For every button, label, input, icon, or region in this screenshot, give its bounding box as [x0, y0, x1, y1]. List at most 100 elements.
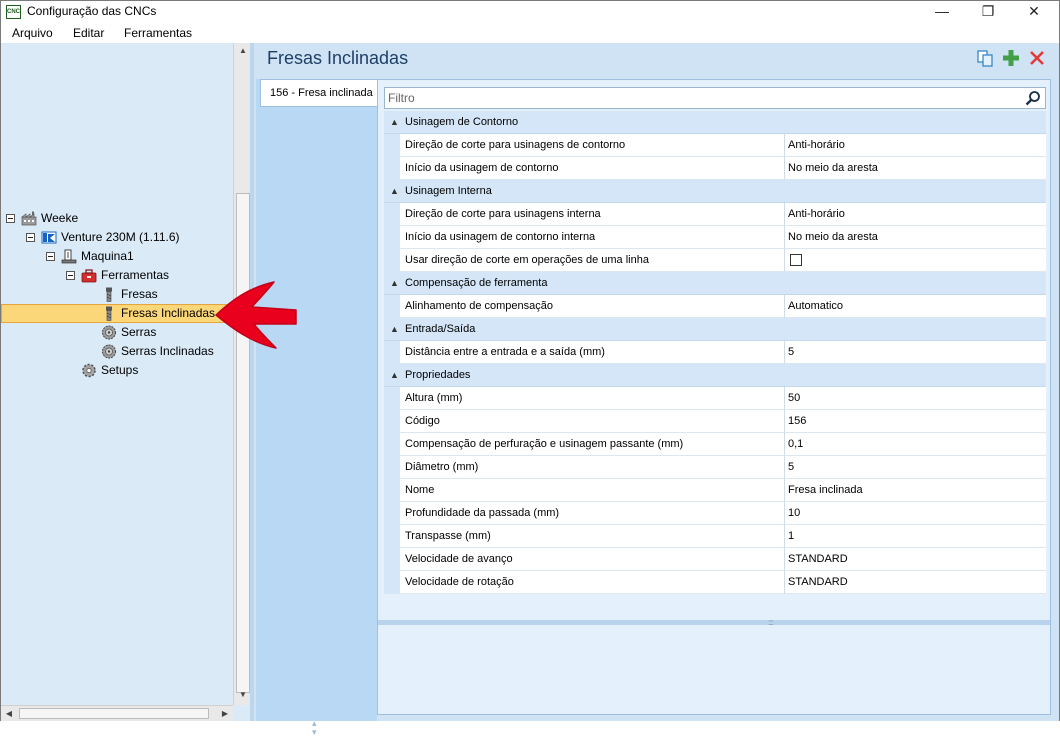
- tree-panel: Weeke Venture 230M (1.11.6) Maquina1 Fer…: [0, 43, 252, 721]
- tree-horizontal-scrollbar[interactable]: ◀ ▶: [1, 705, 233, 721]
- property-value[interactable]: STANDARD: [785, 548, 1046, 571]
- scroll-thumb[interactable]: [19, 708, 209, 719]
- property-row[interactable]: Direção de corte para usinagens interna …: [384, 203, 1046, 226]
- tree-node-weeke[interactable]: Weeke: [1, 209, 233, 228]
- property-row[interactable]: Velocidade de avanço STANDARD: [384, 548, 1046, 571]
- property-row[interactable]: Alinhamento de compensação Automatico: [384, 295, 1046, 318]
- property-name: Nome: [400, 479, 785, 502]
- property-value[interactable]: Fresa inclinada: [785, 479, 1046, 502]
- property-editor: ▲ Usinagem de Contorno Direção de corte …: [377, 79, 1051, 715]
- property-name: Distância entre a entrada e a saída (mm): [400, 341, 785, 364]
- factory-icon: [21, 211, 37, 226]
- menu-arquivo[interactable]: Arquivo: [12, 26, 53, 40]
- tree-node-serras[interactable]: Serras: [1, 323, 233, 342]
- property-value[interactable]: STANDARD: [785, 571, 1046, 594]
- minimize-button[interactable]: —: [919, 1, 965, 22]
- tab-156-fresa-inclinada[interactable]: 156 - Fresa inclinada: [260, 79, 379, 107]
- copy-icon[interactable]: [976, 49, 994, 67]
- collapse-caret-icon[interactable]: ▲: [390, 111, 399, 133]
- tree-node-label: Setups: [101, 363, 139, 377]
- tree-node-ferramentas[interactable]: Ferramentas: [1, 266, 233, 285]
- property-row[interactable]: Compensação de perfuração e usinagem pas…: [384, 433, 1046, 456]
- maximize-button[interactable]: ❐: [965, 1, 1011, 22]
- scroll-left-arrow[interactable]: ◀: [1, 706, 17, 722]
- property-row[interactable]: Transpasse (mm) 1: [384, 525, 1046, 548]
- menu-bar: Arquivo Editar Ferramentas: [0, 22, 1060, 43]
- menu-editar[interactable]: Editar: [73, 26, 104, 40]
- scroll-right-arrow[interactable]: ▶: [217, 706, 233, 722]
- window-title: Configuração das CNCs: [27, 4, 157, 18]
- property-value[interactable]: No meio da aresta: [785, 226, 1046, 249]
- property-value[interactable]: 5: [785, 341, 1046, 364]
- add-icon[interactable]: [1002, 49, 1020, 67]
- collapse-caret-icon[interactable]: ▲: [390, 180, 399, 202]
- category-entrada-saida[interactable]: ▲ Entrada/Saída: [384, 318, 1046, 341]
- property-value[interactable]: No meio da aresta: [785, 157, 1046, 180]
- collapse-toggle[interactable]: [46, 252, 55, 261]
- app-icon: CNC: [6, 5, 21, 19]
- property-value[interactable]: Anti-horário: [785, 134, 1046, 157]
- router-bit-icon: [106, 306, 112, 321]
- property-row[interactable]: Início da usinagem de contorno interna N…: [384, 226, 1046, 249]
- tree-node-fresas-inclinadas[interactable]: Fresas Inclinadas: [1, 304, 233, 323]
- tree-node-label: Serras Inclinadas: [121, 344, 214, 358]
- property-value[interactable]: Automatico: [785, 295, 1046, 318]
- property-grid: ▲ Usinagem de Contorno Direção de corte …: [384, 111, 1046, 594]
- delete-icon[interactable]: [1028, 49, 1046, 67]
- category-label: Propriedades: [405, 369, 471, 381]
- tree-node-label: Serras: [121, 325, 157, 339]
- collapse-toggle[interactable]: [66, 271, 75, 280]
- property-row[interactable]: Velocidade de rotação STANDARD: [384, 571, 1046, 594]
- close-button[interactable]: ✕: [1011, 1, 1057, 22]
- property-row[interactable]: Código 156: [384, 410, 1046, 433]
- property-name: Compensação de perfuração e usinagem pas…: [400, 433, 785, 456]
- toolbox-icon: [81, 269, 97, 283]
- scroll-thumb[interactable]: [236, 193, 250, 693]
- property-value[interactable]: 50: [785, 387, 1046, 410]
- property-row[interactable]: Direção de corte para usinagens de conto…: [384, 134, 1046, 157]
- search-icon[interactable]: [1025, 90, 1041, 106]
- category-usinagem-interna[interactable]: ▲ Usinagem Interna: [384, 180, 1046, 203]
- tree-node-serras-inclinadas[interactable]: Serras Inclinadas: [1, 342, 233, 361]
- description-area: [378, 625, 1050, 714]
- filter-input[interactable]: [385, 88, 1015, 108]
- property-row[interactable]: Nome Fresa inclinada: [384, 479, 1046, 502]
- collapse-toggle[interactable]: [6, 214, 15, 223]
- single-line-direction-checkbox[interactable]: [790, 254, 802, 266]
- gear-icon: [82, 363, 96, 378]
- collapse-toggle[interactable]: [26, 233, 35, 242]
- property-value[interactable]: 1: [785, 525, 1046, 548]
- property-value[interactable]: 156: [785, 410, 1046, 433]
- category-usinagem-de-contorno[interactable]: ▲ Usinagem de Contorno: [384, 111, 1046, 134]
- property-name: Transpasse (mm): [400, 525, 785, 548]
- tree-vertical-scrollbar[interactable]: ▲ ▼: [233, 43, 251, 705]
- category-compensacao-de-ferramenta[interactable]: ▲ Compensação de ferramenta: [384, 272, 1046, 295]
- saw-blade-icon: [102, 325, 116, 340]
- category-propriedades[interactable]: ▲ Propriedades: [384, 364, 1046, 387]
- router-bit-icon: [106, 287, 112, 302]
- menu-ferramentas[interactable]: Ferramentas: [124, 26, 192, 40]
- tree-node-label: Fresas Inclinadas: [121, 306, 216, 320]
- property-name: Velocidade de rotação: [400, 571, 785, 594]
- tab-scroll-arrows[interactable]: ▴ ▾: [312, 719, 317, 737]
- property-value[interactable]: Anti-horário: [785, 203, 1046, 226]
- property-value[interactable]: 0,1: [785, 433, 1046, 456]
- collapse-caret-icon[interactable]: ▲: [390, 364, 399, 386]
- property-row[interactable]: Diâmetro (mm) 5: [384, 456, 1046, 479]
- red-arrow-annotation: [215, 281, 297, 349]
- property-row[interactable]: Profundidade da passada (mm) 10: [384, 502, 1046, 525]
- property-value[interactable]: 10: [785, 502, 1046, 525]
- tree-node-setups[interactable]: Setups: [1, 361, 233, 380]
- collapse-caret-icon[interactable]: ▲: [390, 318, 399, 340]
- property-row[interactable]: Altura (mm) 50: [384, 387, 1046, 410]
- tree-node-fresas[interactable]: Fresas: [1, 285, 233, 304]
- tree-node-maquina1[interactable]: Maquina1: [1, 247, 233, 266]
- category-label: Usinagem de Contorno: [405, 116, 519, 128]
- property-row[interactable]: Distância entre a entrada e a saída (mm)…: [384, 341, 1046, 364]
- collapse-caret-icon[interactable]: ▲: [390, 272, 399, 294]
- tree-node-venture[interactable]: Venture 230M (1.11.6): [1, 228, 233, 247]
- property-value[interactable]: 5: [785, 456, 1046, 479]
- property-row[interactable]: Início da usinagem de contorno No meio d…: [384, 157, 1046, 180]
- details-panel: Fresas Inclinadas 156 - Fresa inclinada …: [254, 43, 1060, 737]
- property-row[interactable]: Usar direção de corte em operações de um…: [384, 249, 1046, 272]
